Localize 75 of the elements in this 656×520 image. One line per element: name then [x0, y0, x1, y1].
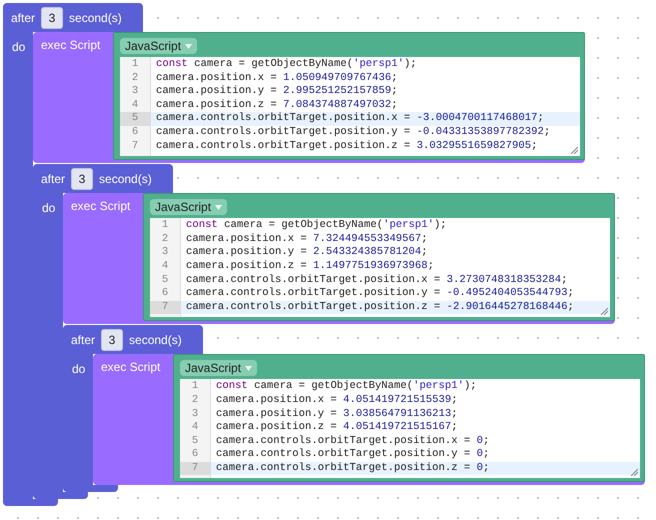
- code-line: camera.controls.orbitTarget.position.y = -0.4952404053544793;: [186, 287, 574, 301]
- code-editor[interactable]: [180, 379, 640, 478]
- code-line: const camera = getObjectByName('persp1');: [186, 219, 447, 233]
- code-line: camera.position.y = 2.543324385781204;: [186, 246, 428, 260]
- resize-handle-icon[interactable]: [570, 146, 578, 154]
- resize-handle-icon[interactable]: [600, 307, 608, 316]
- code-line: camera.controls.orbitTarget.position.y = -0.04331353897782392;: [156, 126, 550, 140]
- line-number: 5: [130, 112, 140, 126]
- block-label: after: [41, 172, 66, 186]
- exec-script-block[interactable]: [33, 32, 585, 164]
- line-number: 1: [190, 380, 200, 394]
- block-label: after: [71, 332, 96, 347]
- code-line: camera.controls.orbitTarget.position.z = -2.9016445278168446;: [186, 300, 574, 314]
- language-dropdown[interactable]: JavaScript: [120, 38, 198, 54]
- line-number: 6: [190, 448, 200, 462]
- code-line: camera.position.x = 7.324494553349567;: [186, 232, 428, 246]
- number-field[interactable]: 3: [41, 6, 64, 28]
- timer-block-header[interactable]: after 3 second(s): [63, 325, 203, 354]
- line-number: 3: [160, 246, 170, 260]
- line-number: 1: [160, 219, 170, 233]
- block-label: after: [11, 10, 36, 24]
- code-editor[interactable]: [150, 218, 610, 318]
- resize-handle-icon[interactable]: [630, 468, 638, 476]
- line-number: 2: [130, 72, 140, 86]
- code-line: const camera = getObjectByName('persp1');: [156, 58, 417, 72]
- line-number: 4: [130, 98, 140, 112]
- block-label: do: [71, 361, 86, 376]
- code-line: camera.controls.orbitTarget.position.z = 3.0329551659827905;: [156, 140, 538, 154]
- code-line: camera.controls.orbitTarget.position.y = 0;: [216, 448, 490, 462]
- line-number: 2: [160, 232, 170, 246]
- exec-script-block[interactable]: [63, 193, 615, 324]
- timer-block-header[interactable]: after 3 second(s): [33, 164, 173, 194]
- code-line: camera.position.z = 1.1497751936973968;: [186, 260, 434, 274]
- block-label: second(s): [99, 172, 152, 186]
- line-number: 6: [130, 126, 140, 140]
- line-number: 2: [190, 394, 200, 408]
- line-number: 5: [190, 434, 200, 448]
- line-number: 3: [190, 408, 200, 422]
- code-editor[interactable]: [120, 57, 580, 156]
- line-number: 7: [190, 462, 200, 476]
- block-label: second(s): [69, 10, 122, 24]
- line-number: 4: [190, 421, 200, 435]
- block-label: do: [11, 39, 26, 54]
- language-dropdown[interactable]: JavaScript: [180, 360, 258, 376]
- code-line: camera.position.y = 2.995251252157859;: [156, 85, 398, 99]
- exec-script-block[interactable]: [93, 354, 645, 486]
- code-line: camera.controls.orbitTarget.position.x = -3.0004700117468017;: [156, 112, 544, 126]
- code-line: camera.position.z = 4.051419721515167;: [216, 421, 458, 435]
- block-label: do: [41, 200, 56, 216]
- caret-icon: [215, 204, 222, 210]
- code-line: const camera = getObjectByName('persp1');: [216, 380, 477, 394]
- code-line: camera.controls.orbitTarget.position.x = 3.2730748318353284;: [186, 274, 568, 287]
- caret-icon: [245, 366, 252, 371]
- code-line: camera.position.z = 7.084374887497032;: [156, 98, 398, 112]
- block-label: exec Script: [100, 359, 162, 374]
- code-line: camera.position.y = 3.038564791136213;: [216, 408, 458, 421]
- code-line: camera.controls.orbitTarget.position.z = 0;: [216, 462, 490, 476]
- line-number: 7: [160, 300, 170, 314]
- line-number: 5: [160, 274, 170, 288]
- block-label: exec Script: [70, 198, 132, 214]
- code-line: camera.controls.orbitTarget.position.x = 0;: [216, 434, 490, 448]
- code-line: camera.position.x = 4.051419721515539;: [216, 394, 458, 408]
- number-field[interactable]: 3: [71, 168, 94, 190]
- line-number: 1: [130, 58, 140, 72]
- timer-block-header[interactable]: after 3 second(s): [3, 3, 143, 32]
- line-number: 6: [160, 287, 170, 301]
- block-label: second(s): [129, 332, 182, 347]
- line-number: 7: [130, 140, 140, 154]
- line-number: 4: [160, 260, 170, 274]
- line-number: 3: [130, 85, 140, 99]
- code-line: camera.position.x = 1.050949709767436;: [156, 72, 398, 85]
- caret-icon: [185, 44, 192, 48]
- block-label: exec Script: [40, 37, 102, 52]
- language-dropdown[interactable]: JavaScript: [150, 199, 228, 216]
- number-field[interactable]: 3: [101, 328, 124, 351]
